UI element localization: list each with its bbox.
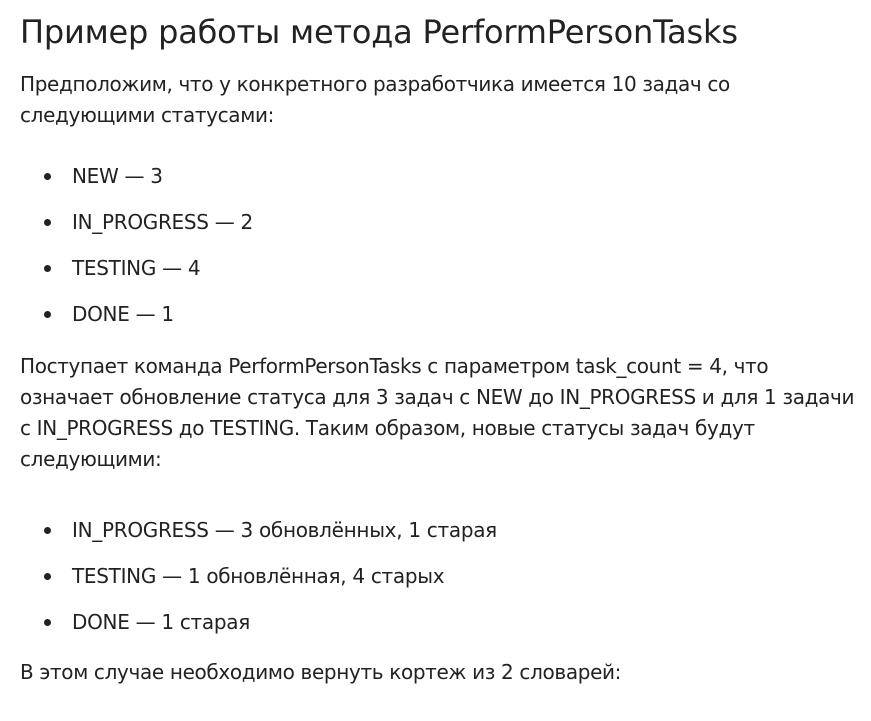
bullet-icon <box>44 527 51 534</box>
bullet-icon <box>44 311 51 318</box>
list-item-text: IN_PROGRESS — 3 обновлённых, 1 старая <box>72 518 497 542</box>
intro-paragraph: Предположим, что у конкретного разработч… <box>20 72 730 127</box>
bullet-icon <box>44 219 51 226</box>
command-paragraph: Поступает команда PerformPersonTasks с п… <box>20 354 855 471</box>
list-item-text: IN_PROGRESS — 2 <box>72 210 253 234</box>
bullet-icon <box>44 619 51 626</box>
new-status-list: IN_PROGRESS — 3 обновлённых, 1 старая TE… <box>20 515 860 637</box>
list-item: DONE — 1 <box>20 299 860 329</box>
list-item: IN_PROGRESS — 3 обновлённых, 1 старая <box>20 515 860 545</box>
list-item-text: TESTING — 1 обновлённая, 4 старых <box>72 564 445 588</box>
initial-status-list: NEW — 3 IN_PROGRESS — 2 TESTING — 4 DONE… <box>20 161 860 329</box>
list-item-text: TESTING — 4 <box>72 256 201 280</box>
list-item: DONE — 1 старая <box>20 607 860 637</box>
bullet-icon <box>44 265 51 272</box>
list-item: IN_PROGRESS — 2 <box>20 207 860 237</box>
list-item-text: DONE — 1 <box>72 302 174 326</box>
conclusion-paragraph: В этом случае необходимо вернуть кортеж … <box>20 660 622 684</box>
article-content: Пример работы метода PerformPersonTasks … <box>20 0 860 688</box>
bullet-icon <box>44 173 51 180</box>
list-item-text: DONE — 1 старая <box>72 610 250 634</box>
list-item: TESTING — 1 обновлённая, 4 старых <box>20 561 860 591</box>
article-title: Пример работы метода PerformPersonTasks <box>20 13 738 51</box>
list-item: NEW — 3 <box>20 161 860 191</box>
bullet-icon <box>44 573 51 580</box>
list-item-text: NEW — 3 <box>72 164 163 188</box>
list-item: TESTING — 4 <box>20 253 860 283</box>
